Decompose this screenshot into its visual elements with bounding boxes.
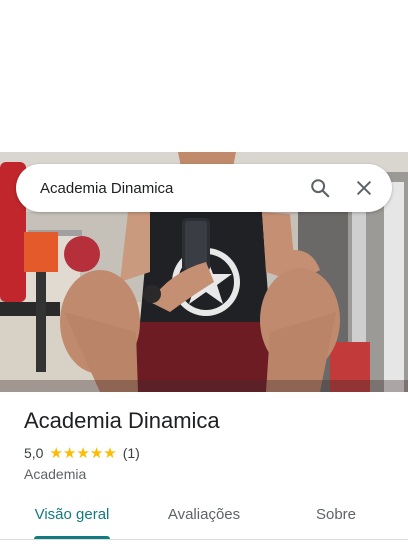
tab-bar: Visão geral Avaliações Sobre [0,496,408,538]
tab-overview[interactable]: Visão geral [0,496,144,538]
star-rating: ★ ★ ★ ★ ★ [49,446,116,461]
rating-value: 5,0 [24,445,44,461]
place-category[interactable]: Academia [24,466,86,482]
search-icon [311,179,330,198]
tab-label: Visão geral [34,506,110,523]
close-icon [357,181,371,195]
place-title: Academia Dinamica [24,408,220,433]
tab-about[interactable]: Sobre [264,496,408,538]
star-icon: ★ [103,444,117,462]
map-blank-area [0,0,408,152]
search-button[interactable] [298,164,342,212]
tab-label: Sobre [315,506,357,523]
rating-row[interactable]: 5,0 ★ ★ ★ ★ ★ (1) [24,445,140,461]
tab-divider [0,539,408,540]
clear-button[interactable] [342,164,386,212]
tab-label: Avaliações [167,506,241,523]
star-icon: ★ [62,444,77,462]
star-icon: ★ [49,444,63,462]
tab-reviews[interactable]: Avaliações [144,496,264,538]
star-icon: ★ [89,444,104,462]
search-input[interactable] [16,164,298,212]
star-icon: ★ [76,444,90,462]
review-count[interactable]: (1) [123,445,140,461]
search-bar[interactable] [16,164,392,212]
